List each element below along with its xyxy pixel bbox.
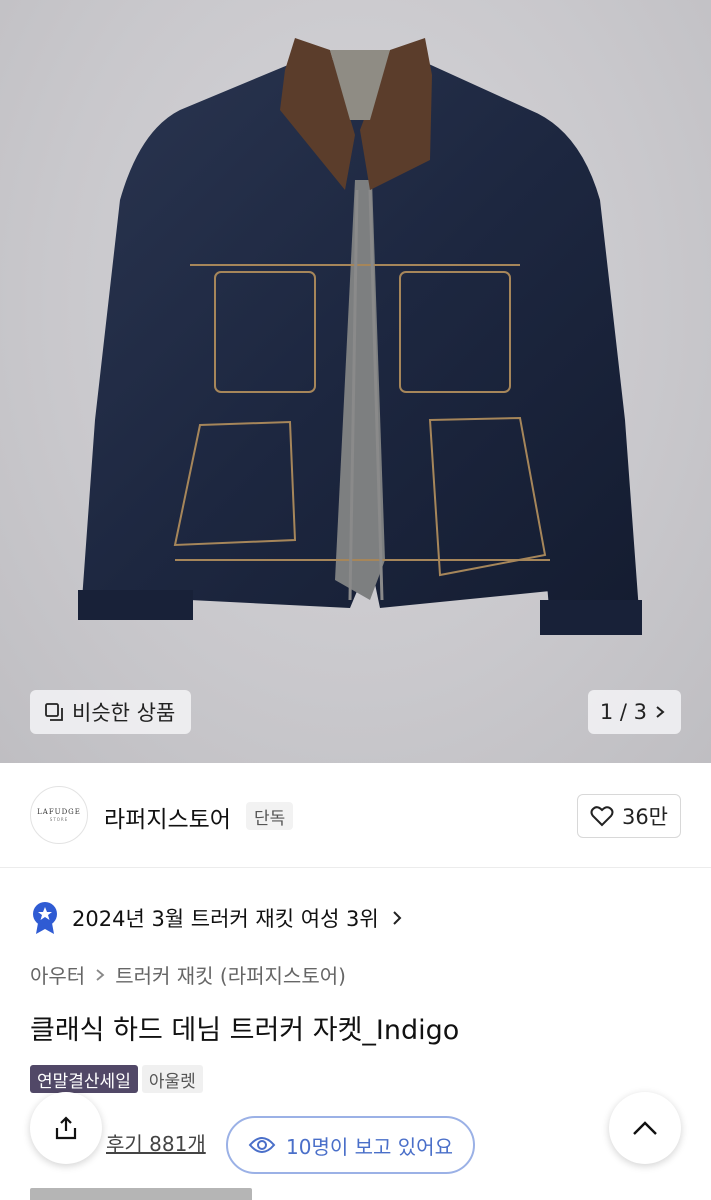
scroll-to-top-button[interactable] [609, 1092, 681, 1164]
brand-logo-text: LAFUDGE [37, 808, 81, 816]
viewers-text: 10명이 보고 있어요 [286, 1134, 453, 1159]
viewers-badge: 10명이 보고 있어요 [226, 1116, 475, 1174]
ranking-link[interactable]: 2024년 3월 트러커 재킷 여성 3위 [30, 898, 403, 938]
reviews-link[interactable]: 후기 881개 [106, 1128, 206, 1157]
heart-icon [590, 806, 614, 827]
image-pager-label: 1 / 3 [599, 700, 647, 724]
product-image-gallery[interactable]: 비슷한 상품 1 / 3 [0, 0, 711, 763]
chevron-right-icon [656, 706, 665, 718]
like-button[interactable]: 36만 [576, 794, 681, 838]
share-button[interactable] [30, 1092, 102, 1164]
similar-products-label: 비슷한 상품 [72, 701, 176, 725]
image-pager-button[interactable]: 1 / 3 [587, 690, 681, 734]
exclusive-badge: 단독 [246, 802, 294, 830]
chevron-right-icon [393, 911, 402, 925]
brand-row: LAFUDGE STORE 라퍼지스토어 단독 36만 [0, 764, 711, 868]
like-count: 36만 [621, 805, 668, 829]
breadcrumb: 아우터 트러커 재킷 (라퍼지스토어) [30, 960, 346, 989]
eye-icon [248, 1137, 276, 1153]
bottom-partial-element [30, 1188, 252, 1200]
share-icon [55, 1116, 77, 1140]
brand-name[interactable]: 라퍼지스토어 [104, 800, 231, 834]
product-title: 클래식 하드 데님 트러커 자켓_Indigo [30, 1015, 460, 1046]
ranking-badge-icon [33, 902, 57, 934]
breadcrumb-category[interactable]: 아우터 [30, 960, 85, 989]
chevron-right-icon [96, 968, 105, 981]
breadcrumb-subcategory[interactable]: 트러커 재킷 (라퍼지스토어) [115, 960, 346, 989]
outlet-tag: 아울렛 [141, 1065, 203, 1093]
ranking-text: 2024년 3월 트러커 재킷 여성 3위 [72, 907, 379, 931]
brand-logo-subtext: STORE [49, 817, 69, 822]
product-tags: 연말결산세일 아울렛 [30, 1065, 203, 1093]
product-image [78, 38, 642, 635]
chevron-up-icon [633, 1121, 657, 1135]
similar-products-button[interactable]: 비슷한 상품 [30, 690, 192, 734]
sale-tag: 연말결산세일 [30, 1065, 138, 1093]
copy-icon [45, 703, 63, 721]
brand-logo[interactable]: LAFUDGE STORE [30, 786, 88, 844]
